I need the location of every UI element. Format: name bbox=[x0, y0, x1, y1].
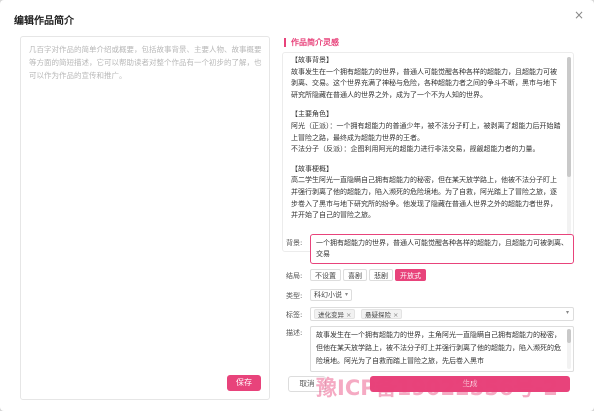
background-input[interactable]: 一个拥有超能力的世界，普通人可能觉醒各种各样的超能力，且超能力可被剥离、交易 bbox=[310, 234, 574, 264]
type-select[interactable]: 科幻小说 ▾ bbox=[310, 289, 352, 301]
ending-option-none[interactable]: 不设置 bbox=[310, 269, 341, 281]
close-icon[interactable]: × bbox=[393, 311, 398, 319]
inspiration-box[interactable]: 【故事背景】 故事发生在一个拥有超能力的世界，普通人可能觉醒各种各样的超能力，且… bbox=[282, 52, 574, 252]
tag-text: 悬疑探险 bbox=[365, 311, 391, 319]
scroll-thumb[interactable] bbox=[567, 329, 571, 343]
section-heading: 【主要角色】 bbox=[291, 110, 333, 119]
inspiration-scrollbar[interactable] bbox=[567, 57, 571, 247]
ending-option-comedy[interactable]: 喜剧 bbox=[343, 269, 367, 281]
scroll-thumb[interactable] bbox=[567, 57, 571, 177]
description-scrollbar[interactable] bbox=[567, 329, 571, 369]
section-heading: 【故事梗概】 bbox=[291, 164, 333, 173]
description-text: 故事发生在一个拥有超能力的世界，主角阿光一直隐瞒自己拥有超能力的秘密，但他在某天… bbox=[316, 331, 561, 365]
section-heading: 【故事背景】 bbox=[291, 56, 333, 64]
edit-intro-dialog: 编辑作品简介 × 几百字对作品的简单介绍或概要，包括故事背景、主要人物、故事概要… bbox=[0, 0, 594, 411]
intro-placeholder: 几百字对作品的简单介绍或概要，包括故事背景、主要人物、故事概要等方面的简短描述，… bbox=[29, 45, 262, 80]
inspiration-text: 【故事背景】 故事发生在一个拥有超能力的世界，普通人可能觉醒各种各样的超能力，且… bbox=[291, 55, 563, 222]
ending-label: 结局: bbox=[286, 272, 303, 280]
tags-label: 标签: bbox=[286, 311, 303, 319]
section-line: 高二学生阿光一直隐瞒自己拥有超能力的秘密，但在某天放学路上，他被不法分子盯上并强… bbox=[291, 176, 557, 220]
ending-option-open[interactable]: 开放式 bbox=[395, 269, 426, 281]
type-label: 类型: bbox=[286, 292, 303, 300]
tag-chip: 悬疑探险 × bbox=[361, 309, 403, 319]
section-line: 阿光（正派）：一个拥有超能力的普通少年，被不法分子盯上，被剥离了超能力后开始踏上… bbox=[291, 121, 561, 142]
close-icon[interactable]: × bbox=[346, 311, 351, 319]
chevron-down-icon: ▾ bbox=[565, 309, 569, 316]
ending-option-tragedy[interactable]: 悲剧 bbox=[369, 269, 393, 281]
description-textarea[interactable]: 故事发生在一个拥有超能力的世界，主角阿光一直隐瞒自己拥有超能力的秘密，但他在某天… bbox=[310, 326, 574, 372]
inspiration-panel: 作品简介灵感 【故事背景】 故事发生在一个拥有超能力的世界，普通人可能觉醒各种各… bbox=[278, 28, 578, 406]
chevron-down-icon: ▾ bbox=[344, 291, 348, 298]
intro-textarea[interactable]: 几百字对作品的简单介绍或概要，包括故事背景、主要人物、故事概要等方面的简短描述，… bbox=[20, 36, 270, 400]
tags-select[interactable]: 进化变异 × 悬疑探险 × ▾ bbox=[310, 307, 574, 321]
inspiration-title: 作品简介灵感 bbox=[284, 38, 339, 47]
background-label: 背景: bbox=[286, 239, 303, 247]
tag-text: 进化变异 bbox=[318, 311, 344, 319]
section-line: 不法分子（反派）：企图利用阿光的超能力进行非法交易，觊觎超能力者的力量。 bbox=[291, 145, 540, 154]
dialog-title: 编辑作品简介 bbox=[14, 16, 74, 27]
type-value: 科幻小说 bbox=[314, 291, 342, 299]
save-button[interactable]: 保存 bbox=[227, 375, 261, 391]
close-icon[interactable]: × bbox=[572, 8, 586, 22]
tag-chip: 进化变异 × bbox=[314, 309, 356, 319]
description-label: 描述: bbox=[286, 329, 303, 337]
section-line: 故事发生在一个拥有超能力的世界，普通人可能觉醒各种各样的超能力，且超能力可被剥离… bbox=[291, 67, 557, 99]
icp-watermark: 豫ICP备19022556号-2 bbox=[316, 376, 558, 400]
ending-segmented: 不设置 喜剧 悲剧 开放式 bbox=[310, 269, 428, 281]
